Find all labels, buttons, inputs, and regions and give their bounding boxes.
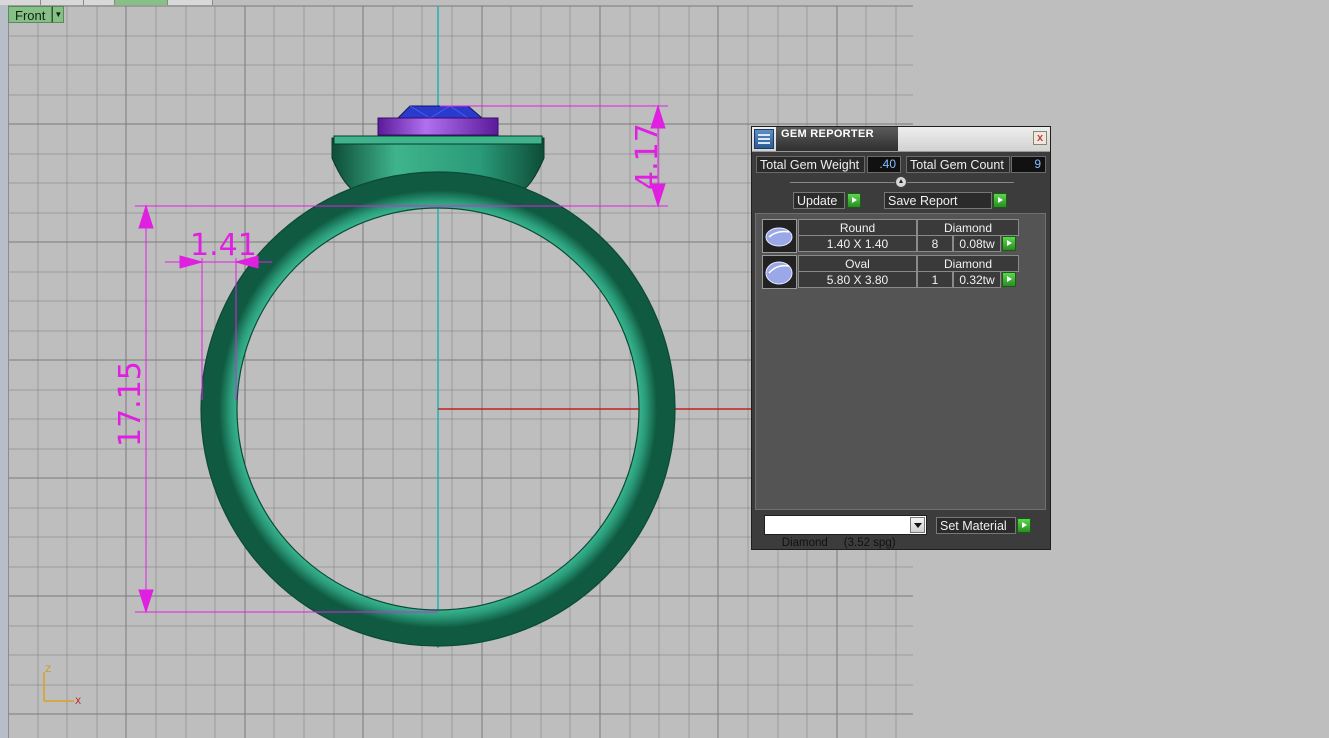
gem-material-cell: Diamond bbox=[917, 255, 1019, 272]
update-button[interactable]: Update bbox=[793, 192, 845, 209]
gem-weight-cell: 0.08tw bbox=[953, 235, 1001, 252]
viewport-tab[interactable] bbox=[41, 0, 84, 5]
viewport-tab[interactable] bbox=[168, 0, 213, 5]
material-select[interactable]: Diamond (3.52 spg) bbox=[764, 515, 927, 549]
view-dropdown-icon[interactable]: ▼ bbox=[52, 6, 65, 23]
gem-row-go-arrow-icon[interactable] bbox=[1002, 236, 1016, 251]
total-gem-weight-label: Total Gem Weight bbox=[756, 156, 865, 173]
set-material-go-arrow-icon[interactable] bbox=[1017, 518, 1031, 533]
gem-stone[interactable] bbox=[377, 105, 499, 136]
dim-17-15-arrow-top bbox=[138, 204, 154, 229]
material-select-value: Diamond (3.52 spg) bbox=[781, 537, 896, 549]
gem-shape-cell: Round bbox=[798, 219, 917, 236]
axis-z-label: Z bbox=[45, 665, 51, 675]
gem-row-go-arrow-icon[interactable] bbox=[1002, 272, 1016, 287]
gem-count-cell: 1 bbox=[917, 271, 953, 288]
gem-size-cell: 1.40 X 1.40 bbox=[798, 235, 917, 252]
dim-17-15-arrow-bottom bbox=[138, 589, 154, 614]
gem-weight-cell: 0.32tw bbox=[953, 271, 1001, 288]
close-icon[interactable]: x bbox=[1033, 131, 1047, 145]
viewport-tab[interactable] bbox=[0, 0, 41, 5]
dim-1-41-text: 1.41 bbox=[190, 228, 257, 263]
front-viewport[interactable]: 4.17 1.41 17.15 Z X bbox=[0, 0, 1329, 738]
set-material-button[interactable]: Set Material bbox=[936, 517, 1016, 534]
save-report-button[interactable]: Save Report bbox=[884, 192, 992, 209]
gem-reporter-titlebar[interactable]: GEM REPORTER x bbox=[752, 127, 1050, 152]
gem-shape-cell: Oval bbox=[798, 255, 917, 272]
save-report-go-arrow-icon[interactable] bbox=[993, 193, 1007, 208]
viewport-tab-active[interactable] bbox=[115, 0, 168, 5]
axis-gizmo: Z X bbox=[43, 665, 81, 707]
viewport-left-border bbox=[0, 5, 9, 738]
gem-reporter-app-icon bbox=[754, 129, 774, 149]
gem-reporter-panel: GEM REPORTER x Total Gem Weight .40 Tota… bbox=[751, 126, 1051, 550]
gem-list[interactable]: Round Diamond 1.40 X 1.40 8 0.08tw Oval … bbox=[755, 213, 1046, 510]
viewport-tab-strip bbox=[0, 0, 245, 5]
gem-reporter-title: GEM REPORTER bbox=[781, 128, 874, 140]
total-gem-count-value: 9 bbox=[1011, 156, 1046, 173]
viewport-canvas[interactable]: 4.17 1.41 17.15 Z X bbox=[0, 0, 1329, 738]
oval-gem-icon bbox=[762, 255, 797, 289]
axis-x-label: X bbox=[75, 697, 81, 707]
dim-17-15-text: 17.15 bbox=[113, 361, 148, 447]
chevron-down-icon[interactable] bbox=[910, 517, 925, 533]
total-gem-weight-value: .40 bbox=[867, 156, 901, 173]
viewport-tab[interactable] bbox=[84, 0, 115, 5]
update-go-arrow-icon[interactable] bbox=[847, 193, 861, 208]
view-selector[interactable]: Front ▼ bbox=[8, 6, 65, 23]
dim-4-17-text: 4.17 bbox=[630, 123, 665, 190]
gem-size-cell: 5.80 X 3.80 bbox=[798, 271, 917, 288]
panel-splitter-handle[interactable] bbox=[895, 176, 907, 188]
gem-list-row[interactable]: Oval Diamond 5.80 X 3.80 1 0.32tw bbox=[762, 255, 1022, 291]
view-name-label[interactable]: Front bbox=[8, 6, 53, 23]
total-gem-count-label: Total Gem Count bbox=[906, 156, 1010, 173]
gem-list-row[interactable]: Round Diamond 1.40 X 1.40 8 0.08tw bbox=[762, 219, 1022, 255]
gem-material-cell: Diamond bbox=[917, 219, 1019, 236]
gem-count-cell: 8 bbox=[917, 235, 953, 252]
round-gem-icon bbox=[762, 219, 797, 253]
